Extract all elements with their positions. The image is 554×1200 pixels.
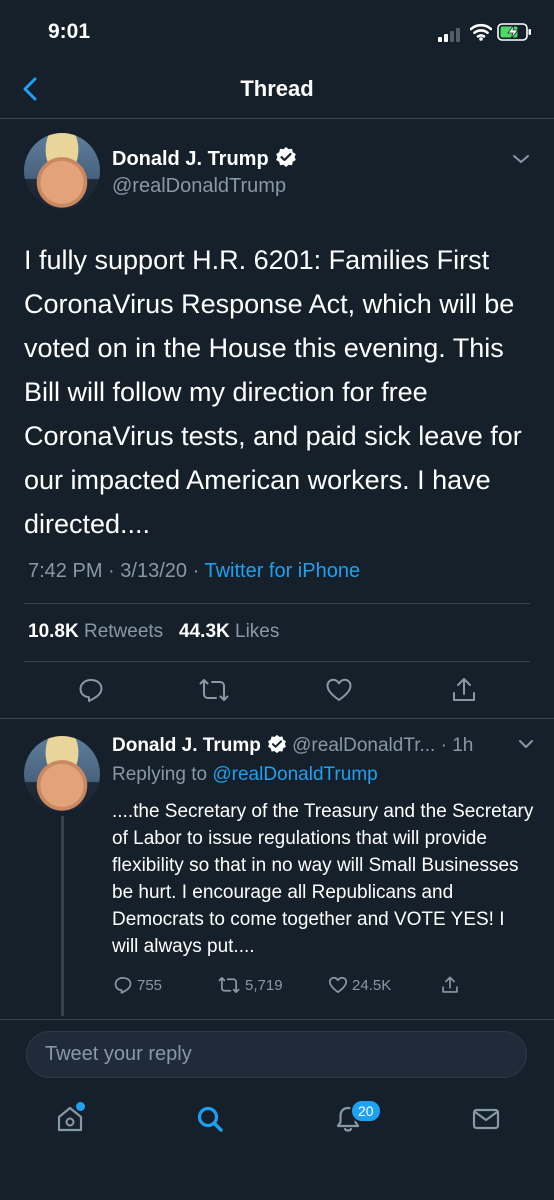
likes-stat[interactable]: 44.3K Likes bbox=[179, 621, 279, 642]
reply-replies-count: 755 bbox=[137, 976, 163, 994]
notifications-badge: 20 bbox=[350, 1099, 382, 1123]
retweets-stat[interactable]: 10.8K Retweets bbox=[28, 621, 163, 642]
verified-badge-icon bbox=[275, 146, 297, 168]
reply-avatar[interactable] bbox=[24, 736, 100, 812]
share-icon bbox=[442, 976, 458, 993]
reply-author-handle[interactable]: @realDonaldTr... bbox=[292, 735, 435, 756]
author-row: Donald J. Trump bbox=[112, 146, 297, 171]
meta-separator: · bbox=[192, 560, 200, 582]
like-button[interactable] bbox=[325, 676, 353, 704]
share-button[interactable] bbox=[451, 676, 477, 704]
reply-like-button[interactable]: 24.5K bbox=[328, 975, 391, 995]
retweet-icon bbox=[199, 679, 229, 701]
tab-messages[interactable] bbox=[471, 1104, 501, 1134]
reply-icon bbox=[114, 977, 132, 994]
wifi-icon bbox=[470, 23, 492, 41]
likes-label: Likes bbox=[235, 621, 280, 642]
reply-age: · 1h bbox=[440, 735, 474, 756]
tweet-date: 3/13/20 bbox=[120, 560, 188, 582]
reply-composer-input[interactable]: Tweet your reply bbox=[26, 1031, 527, 1078]
home-new-dot bbox=[76, 1102, 85, 1111]
author-handle[interactable]: @realDonaldTrump bbox=[112, 175, 286, 198]
reply-share-button[interactable] bbox=[441, 975, 459, 995]
reply-tweet-text: ....the Secretary of the Treasury and th… bbox=[112, 801, 534, 957]
retweets-label: Retweets bbox=[83, 621, 164, 642]
search-icon bbox=[197, 1106, 223, 1132]
verified-badge-icon bbox=[267, 734, 287, 754]
retweet-icon bbox=[218, 977, 240, 993]
tweet-meta: 7:42 PM · 3/13/20 · Twitter for iPhone bbox=[28, 560, 360, 583]
retweets-count: 10.8K bbox=[28, 621, 79, 642]
header-divider bbox=[0, 118, 554, 119]
composer-placeholder: Tweet your reply bbox=[45, 1043, 192, 1065]
tweet-options-button[interactable] bbox=[511, 152, 531, 166]
heart-icon bbox=[326, 678, 352, 701]
status-time: 9:01 bbox=[48, 20, 91, 43]
stats-divider bbox=[24, 661, 530, 662]
avatar[interactable] bbox=[24, 133, 100, 209]
reply-divider bbox=[0, 1019, 554, 1020]
meta-separator: · bbox=[108, 560, 115, 582]
reply-author-name[interactable]: Donald J. Trump bbox=[112, 735, 261, 756]
tweet-time: 7:42 PM bbox=[28, 560, 103, 582]
actions-divider bbox=[0, 718, 554, 719]
share-icon bbox=[453, 678, 475, 701]
chevron-down-icon bbox=[513, 155, 529, 163]
replying-to: Replying to @realDonaldTrump bbox=[112, 764, 378, 786]
author-name[interactable]: Donald J. Trump bbox=[112, 148, 269, 170]
tab-explore[interactable] bbox=[195, 1104, 225, 1134]
reply-options-button[interactable] bbox=[517, 738, 535, 750]
tweet-text: I fully support H.R. 6201: Families Firs… bbox=[24, 245, 522, 539]
replying-prefix: Replying to bbox=[112, 764, 208, 785]
retweet-button[interactable] bbox=[199, 676, 229, 704]
reply-retweet-count: 5,719 bbox=[245, 976, 283, 994]
reply-author-row: Donald J. Trump @realDonaldTr... · 1h bbox=[112, 734, 473, 757]
tweet-stats: 10.8K Retweets 44.3K Likes bbox=[28, 621, 279, 643]
likes-count: 44.3K bbox=[179, 621, 230, 642]
reply-button[interactable] bbox=[77, 676, 105, 704]
signal-icon bbox=[438, 26, 462, 42]
mail-icon bbox=[472, 1108, 500, 1130]
reply-icon bbox=[79, 679, 103, 702]
meta-divider bbox=[24, 603, 530, 604]
thread-connector-line bbox=[61, 816, 64, 1016]
replying-to-link[interactable]: @realDonaldTrump bbox=[212, 764, 377, 785]
reply-replies-button[interactable]: 755 bbox=[113, 975, 162, 995]
page-title: Thread bbox=[240, 76, 314, 101]
heart-icon bbox=[328, 976, 348, 993]
tweet-source-link[interactable]: Twitter for iPhone bbox=[204, 560, 360, 582]
reply-retweet-button[interactable]: 5,719 bbox=[217, 975, 283, 995]
battery-charging-icon bbox=[497, 22, 533, 42]
reply-like-count: 24.5K bbox=[352, 976, 392, 994]
chevron-down-icon bbox=[519, 740, 533, 748]
